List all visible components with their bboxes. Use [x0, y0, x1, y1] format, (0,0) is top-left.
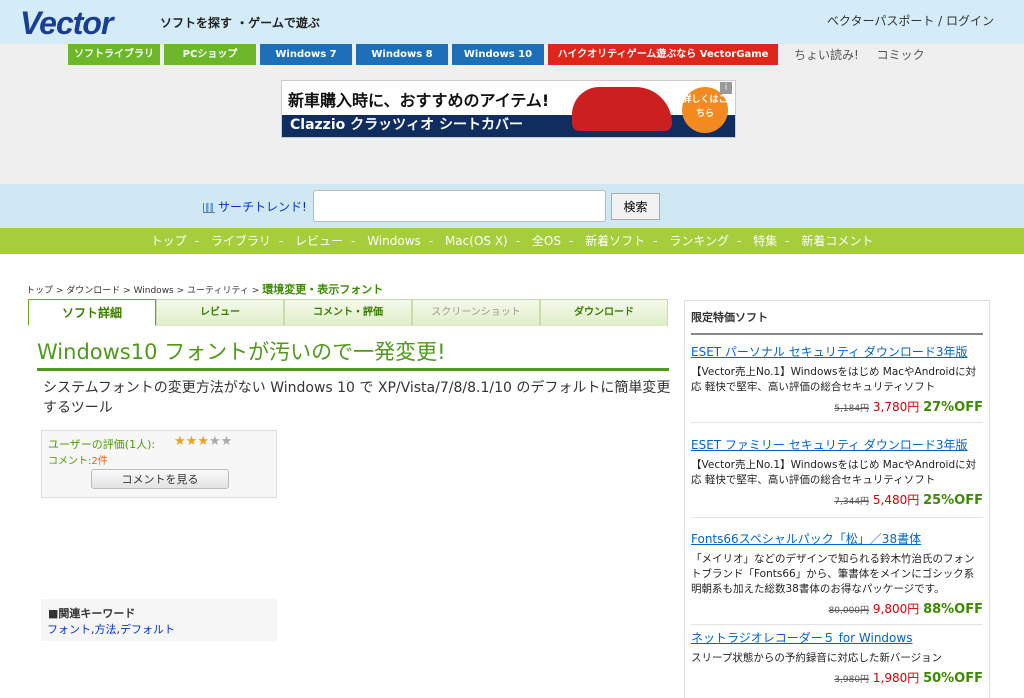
page-title: Windows10 フォントが汚いので一発変更! [37, 340, 446, 364]
gnav-mac[interactable]: Mac(OS X) [445, 234, 508, 248]
rating-stars: ★★★★★ [174, 434, 232, 449]
related-keywords: ■関連キーワード フォント,方法,デフォルト [41, 599, 277, 641]
special-offer-sidebar: 限定特価ソフト ESET パーソナル セキュリティ ダウンロード3年版 【Vec… [684, 300, 990, 698]
keyword-link[interactable]: フォント [47, 623, 91, 636]
offer-title-link[interactable]: ESET ファミリー セキュリティ ダウンロード3年版 [691, 436, 983, 453]
ad-info-icon[interactable]: i [720, 82, 732, 94]
gnav-top[interactable]: トップ [151, 234, 187, 248]
nav-windows8[interactable]: Windows 8 [356, 44, 448, 65]
old-price: 3,980円 [834, 675, 870, 685]
sidebar-header: 限定特価ソフト [691, 309, 983, 335]
comic-link[interactable]: コミック [877, 48, 925, 62]
gnav-review[interactable]: レビュー [295, 234, 343, 248]
ad-subtitle: Clazzio クラッツィオ シートカバー [290, 117, 523, 133]
search-button[interactable]: 検索 [611, 193, 660, 220]
comment-count-value[interactable]: 2件 [91, 456, 107, 467]
crumb-download[interactable]: ダウンロード [66, 286, 120, 296]
search-input[interactable] [313, 190, 606, 222]
old-price: 5,184円 [834, 404, 870, 414]
new-price: 5,480円 [872, 493, 920, 507]
ad-headline: 新車購入時に、おすすめのアイテム! [288, 91, 550, 110]
keywords-list: フォント,方法,デフォルト [47, 623, 175, 636]
nav-vectorgame[interactable]: ハイクオリティゲーム遊ぶなら VectorGame [548, 44, 778, 65]
nav-buttons: ソフトライブラリ PCショップ Windows 7 Windows 8 Wind… [68, 44, 778, 65]
discount: 25%OFF [923, 493, 983, 508]
offer-title-link[interactable]: ネットラジオレコーダー５ for Windows [691, 629, 983, 646]
offer-item: Fonts66スペシャルパック「松」／38書体 「メイリオ」などのデザインで知ら… [691, 530, 983, 625]
breadcrumb: トップ > ダウンロード > Windows > ユーティリティ > 環境変更・… [26, 283, 384, 296]
offer-item: ネットラジオレコーダー５ for Windows スリープ状態からの予約録音に対… [691, 629, 983, 694]
offer-desc: 【Vector売上No.1】Windowsをはじめ MacやAndroidに対応… [691, 459, 977, 486]
search-trend-link[interactable]: サーチトレンド! [218, 200, 307, 214]
gnav-new-soft[interactable]: 新着ソフト [585, 234, 645, 248]
star-icon: ★ [174, 434, 186, 449]
old-price: 80,000円 [828, 606, 870, 616]
tab-review[interactable]: レビュー [156, 299, 284, 326]
gnav-feature[interactable]: 特集 [753, 234, 777, 248]
tab-soft-detail[interactable]: ソフト詳細 [28, 299, 156, 326]
top-header: Vector ソフトを探す ・ゲームで遊ぶ ベクターパスポート / ログイン [0, 0, 1024, 44]
gnav-new-comment[interactable]: 新着コメント [801, 234, 873, 248]
crumb-current: 環境変更・表示フォント [262, 283, 384, 296]
page-description: システムフォントの変更方法がない Windows 10 で XP/Vista/7… [43, 380, 671, 416]
star-empty-icon: ★ [208, 434, 221, 449]
comment-count: コメント:2件 [48, 452, 108, 467]
crumb-windows[interactable]: Windows [134, 286, 174, 296]
gnav-windows[interactable]: Windows [367, 234, 421, 248]
old-price: 7,344円 [834, 497, 870, 507]
tab-comment[interactable]: コメント・評価 [284, 299, 412, 326]
new-price: 1,980円 [872, 671, 920, 685]
vector-logo[interactable]: Vector [20, 5, 113, 42]
star-icon: ★ [197, 434, 209, 449]
crumb-top[interactable]: トップ [26, 286, 53, 296]
offer-desc: スリープ状態からの予約録音に対応した新バージョン [691, 652, 943, 664]
keyword-link[interactable]: デフォルト [120, 623, 175, 636]
gnav-allos[interactable]: 全OS [532, 234, 561, 248]
new-price: 3,780円 [872, 400, 920, 414]
title-divider [37, 368, 669, 371]
passport-login-link[interactable]: ベクターパスポート / ログイン [827, 12, 994, 29]
tab-download[interactable]: ダウンロード [540, 299, 668, 326]
trend-chart-icon [203, 202, 215, 213]
nav-windows10[interactable]: Windows 10 [452, 44, 544, 65]
new-price: 9,800円 [872, 602, 920, 616]
offer-title-link[interactable]: Fonts66スペシャルパック「松」／38書体 [691, 530, 983, 547]
rating-box: ユーザーの評価(1人): ★★★★★ コメント:2件 コメントを見る [41, 430, 277, 498]
star-icon: ★ [185, 434, 198, 449]
offer-price: 7,344円 5,480円 25%OFF [691, 491, 983, 508]
green-nav: トップ - ライブラリ - レビュー - Windows - Mac(OS X) - 全O… [0, 228, 1024, 254]
offer-desc: 【Vector売上No.1】Windowsをはじめ MacやAndroidに対応… [691, 366, 977, 393]
detail-tabs: ソフト詳細 レビュー コメント・評価 スクリーンショット ダウンロード [28, 299, 668, 326]
discount: 50%OFF [923, 671, 983, 686]
search-trend: サーチトレンド! [203, 198, 307, 215]
discount: 88%OFF [923, 602, 983, 617]
offer-price: 5,184円 3,780円 27%OFF [691, 398, 983, 415]
gnav-ranking[interactable]: ランキング [669, 234, 729, 248]
ad-banner[interactable]: 新車購入時に、おすすめのアイテム! Clazzio クラッツィオ シートカバー … [281, 80, 736, 138]
header-tagline: ソフトを探す ・ゲームで遊ぶ [160, 16, 320, 30]
offer-price: 80,000円 9,800円 88%OFF [691, 600, 983, 617]
nav-windows7[interactable]: Windows 7 [260, 44, 352, 65]
discount: 27%OFF [923, 400, 983, 415]
offer-title-link[interactable]: ESET パーソナル セキュリティ ダウンロード3年版 [691, 343, 983, 360]
car-image [572, 87, 672, 131]
comment-count-label: コメント: [48, 456, 92, 467]
offer-price: 3,980円 1,980円 50%OFF [691, 669, 983, 686]
extra-links: ちょい読み! コミック [794, 46, 939, 63]
keyword-link[interactable]: 方法 [95, 623, 117, 636]
nav-soft-library[interactable]: ソフトライブラリ [68, 44, 160, 65]
view-comments-button[interactable]: コメントを見る [91, 469, 229, 489]
offer-item: ESET パーソナル セキュリティ ダウンロード3年版 【Vector売上No.… [691, 343, 983, 423]
gnav-library[interactable]: ライブラリ [211, 234, 271, 248]
offer-item: ESET ファミリー セキュリティ ダウンロード3年版 【Vector売上No.… [691, 436, 983, 518]
star-empty-icon: ★ [220, 434, 233, 449]
nav-pc-shop[interactable]: PCショップ [164, 44, 256, 65]
crumb-utility[interactable]: ユーティリティ [187, 286, 249, 296]
keywords-title: ■関連キーワード [48, 607, 136, 620]
rating-label: ユーザーの評価(1人): [48, 438, 156, 451]
choiyomi-link[interactable]: ちょい読み! [794, 48, 859, 62]
tab-screenshot: スクリーンショット [412, 299, 540, 326]
offer-desc: 「メイリオ」などのデザインで知られる鈴木竹治氏のフォントブランド「Fonts66… [691, 553, 975, 595]
